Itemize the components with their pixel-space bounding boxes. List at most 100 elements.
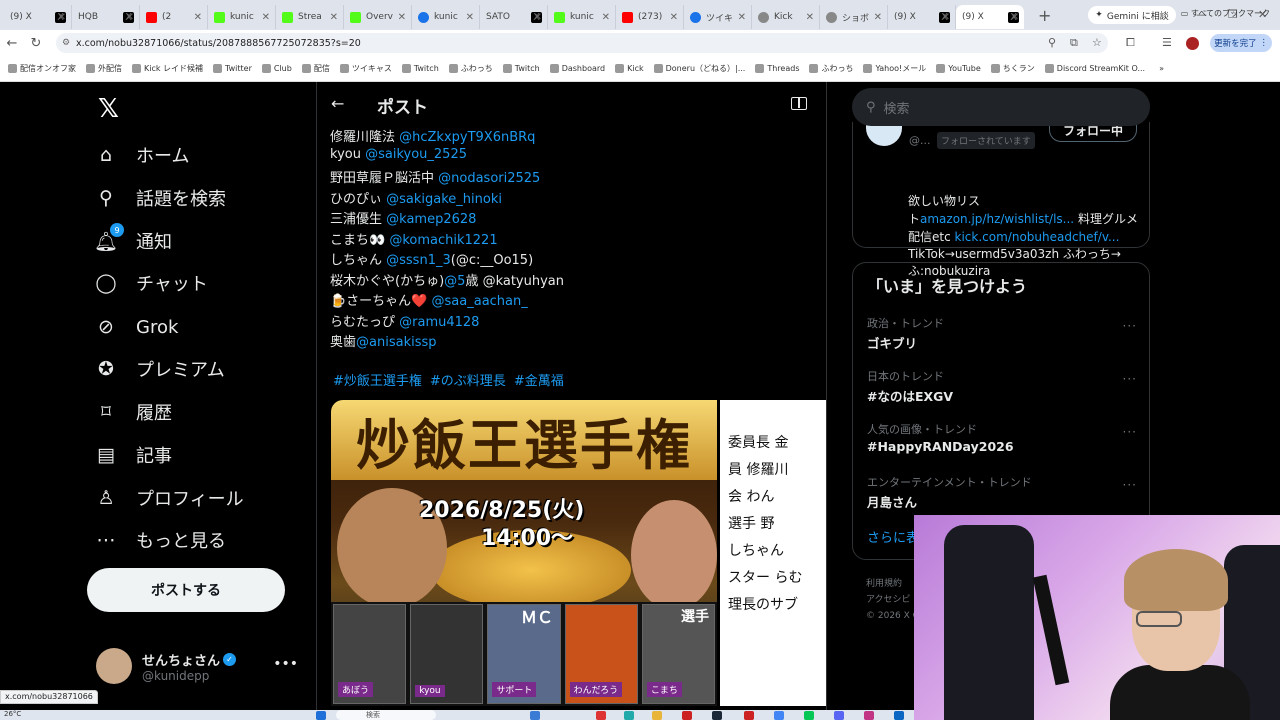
browser-tab[interactable]: ショボ ✕ bbox=[820, 5, 888, 29]
bookmark-item[interactable]: Threads bbox=[755, 64, 799, 73]
bookmark-item[interactable]: ふわっち bbox=[448, 63, 493, 74]
taskbar-app-icon[interactable] bbox=[530, 711, 540, 720]
browser-tab[interactable]: (2 ✕ bbox=[140, 5, 208, 29]
back-icon[interactable]: ← bbox=[0, 36, 24, 51]
mention-link[interactable]: @anisakissp bbox=[356, 335, 437, 350]
browser-tab[interactable]: ツイキ ✕ bbox=[684, 5, 752, 29]
close-tab-icon[interactable]: ✕ bbox=[738, 12, 746, 23]
reader-mode-icon[interactable] bbox=[791, 97, 807, 110]
reload-icon[interactable]: ↻ bbox=[24, 36, 48, 51]
nav-item[interactable]: ⚲ 話題を検索 bbox=[94, 183, 226, 213]
nav-item[interactable]: ⌂ ホーム bbox=[94, 140, 190, 170]
taskbar-app-icon[interactable] bbox=[894, 711, 904, 720]
close-tab-icon[interactable]: ✕ bbox=[58, 12, 66, 23]
taskbar-app-icon[interactable] bbox=[682, 711, 692, 720]
close-tab-icon[interactable]: ✕ bbox=[534, 12, 542, 23]
browser-tab[interactable]: X (9) X ✕ bbox=[956, 5, 1024, 29]
nav-item[interactable]: ✪ プレミアム bbox=[94, 354, 225, 384]
browser-profile-avatar[interactable] bbox=[1186, 37, 1199, 50]
browser-tab[interactable]: Overv ✕ bbox=[344, 5, 412, 29]
taskbar-app-icon[interactable] bbox=[774, 711, 784, 720]
x-logo-icon[interactable]: 𝕏 bbox=[98, 94, 119, 124]
zoom-icon[interactable]: ⚲ bbox=[1048, 36, 1056, 49]
close-tab-icon[interactable]: ✕ bbox=[398, 12, 406, 23]
browser-tab[interactable]: (273) ✕ bbox=[616, 5, 684, 29]
bookmark-item[interactable]: ふわっち bbox=[809, 63, 853, 74]
mention-link[interactable]: @5 bbox=[444, 274, 465, 289]
browser-tab[interactable]: kunic ✕ bbox=[412, 5, 480, 29]
nav-item[interactable]: ⋯ もっと見る bbox=[94, 525, 227, 555]
hashtag-link[interactable]: #炒飯王選手権 bbox=[333, 370, 422, 389]
accessibility-link[interactable]: アクセシビ bbox=[866, 592, 919, 608]
browser-tab[interactable]: kunic ✕ bbox=[208, 5, 276, 29]
trend-item[interactable]: 日本のトレンド #なのはEXGV ··· bbox=[867, 368, 1137, 412]
wishlist-link[interactable]: amazon.jp/hz/wishlist/ls... bbox=[920, 212, 1074, 226]
account-switcher[interactable]: せんちょさん ✓ @kunidepp ••• bbox=[96, 646, 306, 686]
taskbar-app-icon[interactable] bbox=[864, 711, 874, 720]
gemini-button[interactable]: ✦ Gemini に相談 bbox=[1088, 6, 1176, 24]
more-icon[interactable]: ••• bbox=[273, 656, 298, 672]
bookmark-item[interactable]: ちくラン bbox=[990, 63, 1035, 74]
browser-tab[interactable]: kunic ✕ bbox=[548, 5, 616, 29]
back-arrow-icon[interactable]: ← bbox=[331, 94, 344, 113]
trend-item[interactable]: エンターテインメント・トレンド 月島さん ··· bbox=[867, 474, 1137, 518]
nav-item[interactable]: ♙ プロフィール bbox=[94, 483, 243, 513]
taskbar-search[interactable]: 検索 bbox=[336, 710, 436, 720]
bookmark-item[interactable]: ツイキャス bbox=[339, 63, 392, 74]
close-tab-icon[interactable]: ✕ bbox=[874, 12, 882, 23]
bookmark-item[interactable]: Dashboard bbox=[549, 64, 605, 73]
bookmark-item[interactable]: Discord StreamKit O... bbox=[1044, 64, 1145, 73]
browser-tab[interactable]: Strea ✕ bbox=[276, 5, 344, 29]
more-options-icon[interactable]: ··· bbox=[1123, 319, 1137, 333]
bookmark-item[interactable]: 配信オンオフ家 bbox=[8, 63, 76, 74]
mention-link[interactable]: @saikyou_2525 bbox=[365, 147, 467, 162]
update-button[interactable]: 更新を完了 ⋮ bbox=[1210, 34, 1272, 52]
taskbar-app-icon[interactable] bbox=[596, 711, 606, 720]
mention-link[interactable]: @sssn1_3 bbox=[386, 253, 451, 268]
mention-link[interactable]: @kamep2628 bbox=[386, 212, 476, 227]
bookmark-item[interactable]: Kick レイド候補 bbox=[132, 63, 203, 74]
close-tab-icon[interactable]: ✕ bbox=[670, 12, 678, 23]
browser-tab[interactable]: X (9) X ✕ bbox=[4, 5, 72, 29]
mention-link[interactable]: @komachik1221 bbox=[389, 233, 497, 248]
bookmark-item[interactable]: Twitch bbox=[502, 64, 540, 73]
url-field[interactable]: ⚙ x.com/nobu32871066/status/2087888567725… bbox=[56, 33, 1108, 53]
bookmark-item[interactable]: Club bbox=[261, 64, 292, 73]
browser-tab[interactable]: X HQB ✕ bbox=[72, 5, 140, 29]
trend-item[interactable]: 政治・トレンド ゴキブリ ··· bbox=[867, 315, 1137, 359]
close-tab-icon[interactable]: ✕ bbox=[194, 12, 202, 23]
bookmark-item[interactable]: Twitter bbox=[213, 64, 252, 73]
post-image-2[interactable]: 委員長 金員 修羅川会 わん 選手 野しちゃん スター らむ 理長のサブ bbox=[720, 400, 826, 706]
install-icon[interactable]: ⧉ bbox=[1070, 36, 1078, 50]
close-tab-icon[interactable]: ✕ bbox=[126, 12, 134, 23]
nav-item[interactable]: 🔔︎ 9 通知 bbox=[94, 223, 172, 256]
new-tab-icon[interactable]: + bbox=[1038, 6, 1051, 25]
mention-link[interactable]: @hcZkxpyT9X6nBRq bbox=[399, 130, 535, 145]
mention-link[interactable]: @ramu4128 bbox=[399, 315, 479, 330]
nav-item[interactable]: ▤ 記事 bbox=[94, 440, 172, 470]
close-tab-icon[interactable]: ✕ bbox=[466, 12, 474, 23]
close-tab-icon[interactable]: ✕ bbox=[262, 12, 270, 23]
taskbar-app-icon[interactable] bbox=[652, 711, 662, 720]
taskbar-app-icon[interactable] bbox=[834, 711, 844, 720]
mention-link[interactable]: @saa_aachan_ bbox=[432, 294, 528, 309]
more-options-icon[interactable]: ··· bbox=[1123, 478, 1137, 492]
nav-item[interactable]: ◯ チャット bbox=[94, 268, 207, 298]
close-tab-icon[interactable]: ✕ bbox=[942, 12, 950, 23]
nav-item[interactable]: ⌑ 履歴 bbox=[94, 397, 172, 427]
bookmark-item[interactable]: Kick bbox=[615, 64, 644, 73]
browser-tab[interactable]: X SATO ✕ bbox=[480, 5, 548, 29]
hashtag-link[interactable]: #のぶ料理長 bbox=[430, 370, 506, 389]
bookmark-item[interactable]: Yahoo!メール bbox=[863, 63, 926, 74]
more-options-icon[interactable]: ··· bbox=[1123, 372, 1137, 386]
trend-item[interactable]: 人気の画像・トレンド #HappyRANDay2026 ··· bbox=[867, 421, 1137, 465]
mention-link[interactable]: @sakigake_hinoki bbox=[386, 192, 502, 207]
bookmark-item[interactable]: Twitch bbox=[401, 64, 439, 73]
post-button[interactable]: ポストする bbox=[87, 568, 285, 612]
browser-tab[interactable]: Kick ✕ bbox=[752, 5, 820, 29]
tab-search-icon[interactable]: ☰ bbox=[1162, 36, 1172, 49]
bookmark-item[interactable]: 配信 bbox=[301, 63, 330, 74]
mention-link[interactable]: @nodasori2525 bbox=[438, 171, 540, 186]
site-info-icon[interactable]: ⚙ bbox=[62, 38, 70, 48]
chevron-right-icon[interactable]: » bbox=[1159, 64, 1164, 73]
